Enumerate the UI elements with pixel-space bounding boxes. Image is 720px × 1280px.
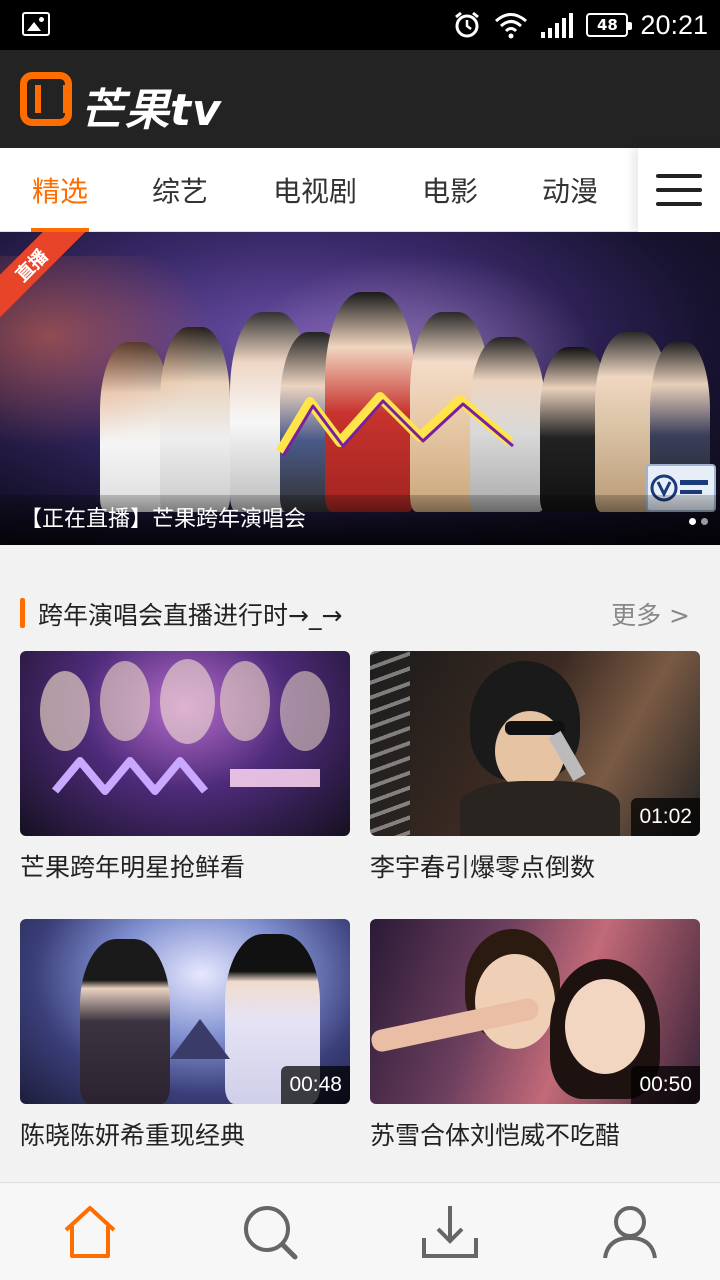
section-accent-bar: [20, 598, 25, 628]
section-title: 跨年演唱会直播进行时→_→: [38, 601, 343, 630]
battery-icon: 48: [586, 13, 633, 37]
tab-movies[interactable]: 电影: [400, 148, 500, 232]
video-title: 苏雪合体刘恺威不吃醋: [370, 1121, 621, 1150]
video-card[interactable]: 00:50 苏雪合体刘恺威不吃醋: [370, 919, 700, 1152]
video-duration: 00:48: [281, 1066, 350, 1104]
video-card[interactable]: 芒果跨年明星抢鲜看: [20, 651, 350, 884]
video-thumbnail: 00:48: [20, 919, 350, 1104]
battery-level: 48: [596, 16, 618, 34]
download-icon: [422, 1206, 478, 1258]
banner-carousel[interactable]: 直播 【正在直播】芒果跨年演唱会: [0, 232, 720, 545]
video-duration: 01:02: [631, 798, 700, 836]
category-tabs: 精选 综艺 电视剧 电影 动漫: [0, 148, 720, 232]
carousel-dot: [701, 518, 708, 525]
home-icon: [64, 1206, 116, 1258]
section-header: 跨年演唱会直播进行时→_→ 更多 >: [0, 590, 720, 638]
alarm-icon: [455, 11, 480, 38]
video-thumbnail: 01:02: [370, 651, 700, 836]
nav-search-button[interactable]: [180, 1183, 360, 1280]
mango-logo-icon: [20, 72, 72, 126]
carousel-indicator: [689, 518, 708, 525]
video-duration: 00:50: [631, 1066, 700, 1104]
video-thumbnail: [20, 651, 350, 836]
video-title: 芒果跨年明星抢鲜看: [20, 853, 246, 882]
menu-icon-line: [656, 188, 702, 192]
carousel-dot: [689, 518, 696, 525]
tab-variety[interactable]: 综艺: [130, 148, 230, 232]
banner-show-title-art: [275, 392, 514, 457]
banner-caption-bar: 【正在直播】芒果跨年演唱会: [0, 495, 720, 545]
video-title: 陈晓陈妍希重现经典: [20, 1121, 246, 1150]
more-link[interactable]: 更多 >: [611, 596, 690, 632]
video-thumbnail: 00:50: [370, 919, 700, 1104]
status-bar: 48 20:21: [0, 0, 720, 50]
nav-profile-button[interactable]: [540, 1183, 720, 1280]
video-card[interactable]: 01:02 李宇春引爆零点倒数: [370, 651, 700, 884]
special-program-title-art: [51, 757, 320, 795]
video-title: 李宇春引爆零点倒数: [370, 853, 596, 882]
nav-home-button[interactable]: [0, 1183, 180, 1280]
clock: 20:21: [640, 9, 708, 40]
tab-anime[interactable]: 动漫: [520, 148, 620, 232]
tab-featured[interactable]: 精选: [10, 148, 110, 232]
nav-download-button[interactable]: [360, 1183, 540, 1280]
app-bar: 芒果tv: [0, 50, 720, 148]
tab-tv-series[interactable]: 电视剧: [255, 148, 375, 232]
menu-icon-line: [656, 174, 702, 178]
bottom-navigation: [0, 1182, 720, 1280]
menu-icon-line: [656, 202, 702, 206]
gallery-notification-icon: [22, 12, 50, 36]
profile-icon: [603, 1206, 657, 1259]
search-icon: [244, 1206, 298, 1260]
signal-icon: [541, 13, 574, 38]
screen: { "status_bar": { "time": "20:21", "batt…: [0, 0, 720, 1280]
app-logo-text: 芒果tv: [80, 85, 222, 136]
banner-caption: 【正在直播】芒果跨年演唱会: [20, 507, 307, 532]
wifi-icon: [495, 13, 528, 39]
channel-menu-button[interactable]: [638, 148, 720, 232]
video-card[interactable]: 00:48 陈晓陈妍希重现经典: [20, 919, 350, 1152]
